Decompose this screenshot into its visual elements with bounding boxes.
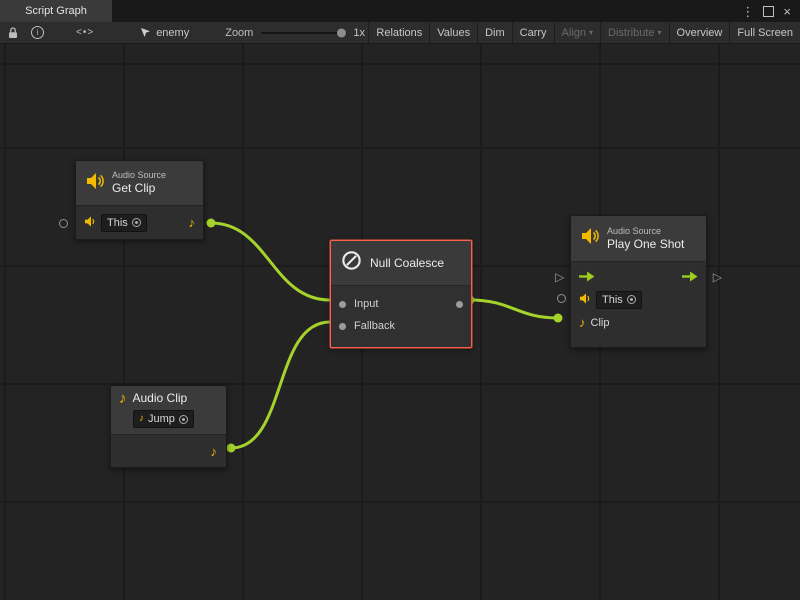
clip-output-icon: ♪ — [211, 445, 218, 458]
node-play-one-shot[interactable]: Audio Source Play One Shot This — [570, 215, 707, 348]
toolbar: <•> enemy Zoom 1x Relations Values Dim C… — [0, 22, 800, 44]
this-port-row: This ♪ — [76, 206, 203, 239]
chevron-down-icon: ▾ — [589, 28, 593, 37]
chevron-down-icon: ▾ — [658, 28, 662, 37]
target-icon[interactable] — [179, 415, 188, 424]
null-coalesce-icon — [340, 249, 363, 277]
distribute-button[interactable]: Distribute▾ — [600, 22, 668, 43]
zoom-slider-knob[interactable] — [337, 28, 346, 37]
node-null-coalesce[interactable]: Null Coalesce Input Fallback — [330, 240, 472, 348]
clip-port-row: ♪ Clip — [571, 311, 706, 334]
clip-note-icon: ♪ — [579, 316, 586, 329]
tab-script-graph[interactable]: Script Graph — [0, 0, 112, 22]
result-output-port[interactable] — [456, 301, 463, 308]
graph-name: enemy — [156, 27, 189, 39]
audio-clip-picker[interactable]: ♪ Jump — [133, 410, 194, 428]
node-header[interactable]: Null Coalesce — [331, 241, 471, 286]
node-title: Play One Shot — [607, 237, 684, 251]
output-row: ♪ — [111, 435, 226, 467]
flow-in-triangle-port[interactable]: ▷ — [555, 271, 564, 283]
graph-canvas[interactable]: Audio Source Get Clip This ♪ — [0, 44, 800, 600]
audio-clip-icon: ♪ — [119, 391, 127, 406]
node-get-clip[interactable]: Audio Source Get Clip This ♪ — [75, 160, 204, 240]
cursor-icon — [140, 27, 151, 38]
fallback-port-row: Fallback — [331, 315, 471, 337]
node-category: Audio Source — [607, 226, 684, 237]
speaker-icon — [84, 214, 96, 232]
maximize-icon[interactable] — [763, 6, 774, 17]
this-object-picker[interactable]: This — [101, 214, 147, 232]
input-port[interactable] — [339, 301, 346, 308]
target-icon[interactable] — [627, 295, 636, 304]
tab-label: Script Graph — [25, 5, 87, 17]
control-flow-row — [571, 267, 706, 288]
flow-out-arrow-icon[interactable] — [682, 269, 698, 287]
zoom-slider-track[interactable] — [261, 32, 347, 34]
close-icon[interactable]: × — [783, 5, 791, 18]
values-button[interactable]: Values — [429, 22, 477, 43]
zoom-value: 1x — [353, 27, 365, 39]
audio-source-icon — [580, 227, 600, 250]
audio-clip-output-icon: ♪ — [189, 216, 196, 229]
node-header[interactable]: ♪ Audio Clip ♪ Jump — [111, 386, 226, 435]
this-object-picker[interactable]: This — [596, 291, 642, 309]
zoom-slider[interactable] — [261, 22, 347, 44]
this-input-port[interactable] — [557, 294, 566, 303]
zoom-label: Zoom — [225, 27, 253, 39]
menu-icon[interactable]: ⋮ — [741, 5, 754, 18]
code-toggle-icon[interactable]: <•> — [76, 27, 94, 38]
input-port-row: Input — [331, 293, 471, 315]
overview-button[interactable]: Overview — [669, 22, 730, 43]
node-category: Audio Source — [112, 170, 166, 181]
lock-icon[interactable] — [8, 27, 18, 39]
fullscreen-button[interactable]: Full Screen — [729, 22, 800, 43]
relations-button[interactable]: Relations — [368, 22, 429, 43]
flow-out-triangle-port[interactable]: ▷ — [713, 271, 722, 283]
target-icon[interactable] — [132, 218, 141, 227]
speaker-icon — [579, 291, 591, 309]
note-icon: ♪ — [139, 414, 144, 424]
info-icon[interactable] — [31, 26, 44, 39]
flow-in-arrow-icon[interactable] — [579, 269, 595, 287]
window-controls: ⋮ × — [741, 0, 800, 22]
graph-breadcrumb[interactable]: enemy — [140, 27, 189, 39]
fallback-port[interactable] — [339, 323, 346, 330]
node-title: Get Clip — [112, 181, 166, 195]
node-audio-clip[interactable]: ♪ Audio Clip ♪ Jump ♪ — [110, 385, 227, 468]
align-button[interactable]: Align▾ — [554, 22, 600, 43]
audio-source-icon — [85, 172, 105, 195]
node-title: Null Coalesce — [370, 256, 444, 270]
node-header[interactable]: Audio Source Get Clip — [76, 161, 203, 206]
node-title: Audio Clip — [133, 391, 188, 405]
node-body: Input Fallback — [331, 286, 471, 347]
script-graph-window: Script Graph ⋮ × <•> enemy Zoom 1x Relat… — [0, 0, 800, 600]
this-port-row: This — [571, 288, 706, 311]
dim-button[interactable]: Dim — [477, 22, 512, 43]
this-input-port[interactable] — [59, 219, 68, 228]
node-header[interactable]: Audio Source Play One Shot — [571, 216, 706, 262]
clip-port-label: Clip — [591, 317, 610, 329]
toolbar-buttons: Relations Values Dim Carry Align▾ Distri… — [368, 22, 800, 43]
title-bar: Script Graph ⋮ × — [0, 0, 800, 22]
carry-button[interactable]: Carry — [512, 22, 554, 43]
